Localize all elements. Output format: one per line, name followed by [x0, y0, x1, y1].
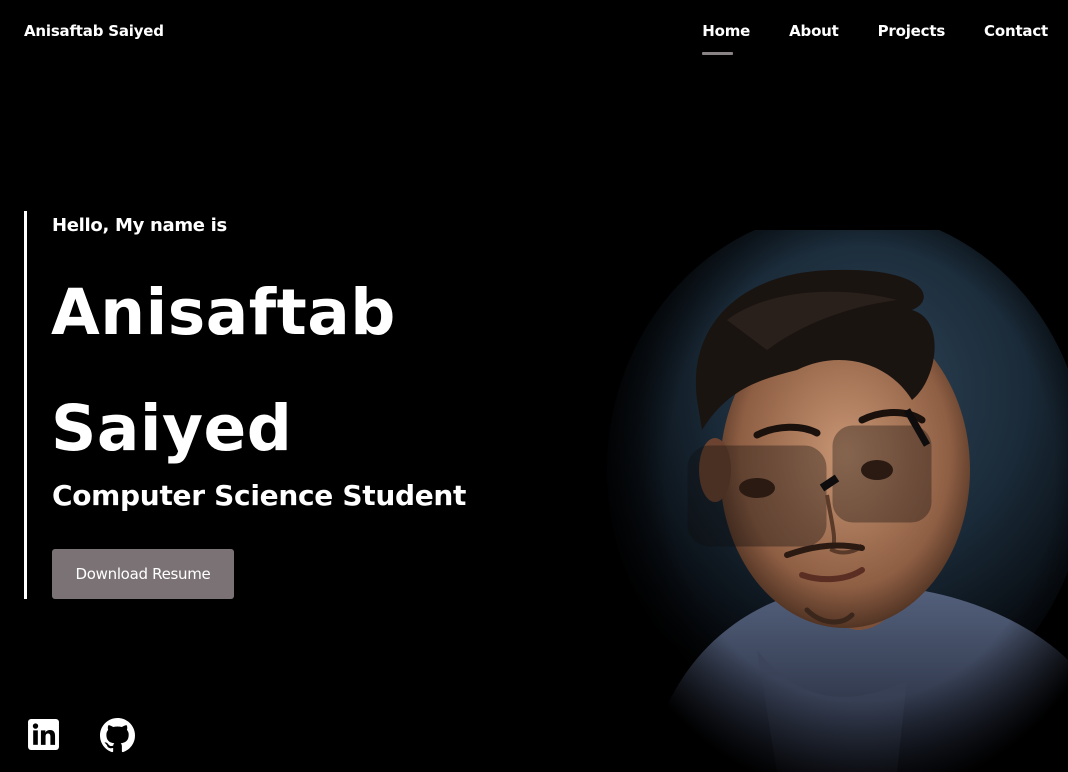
linkedin-link[interactable]	[27, 718, 60, 751]
hero-last-name: Saiyed	[51, 392, 293, 465]
download-resume-button[interactable]: Download Resume	[52, 549, 234, 599]
github-link[interactable]	[100, 718, 135, 753]
hero-name: Anisaftab Saiyed	[51, 255, 396, 487]
nav-link-projects[interactable]: Projects	[878, 22, 946, 40]
hero-intro: Hello, My name is Anisaftab Saiyed Compu…	[24, 211, 567, 599]
portfolio-page: Anisaftab Saiyed Home About Projects Con…	[0, 0, 1068, 772]
linkedin-icon	[28, 719, 59, 750]
profile-photo	[607, 230, 1068, 772]
hero-role: Computer Science Student	[52, 479, 467, 512]
nav-link-about[interactable]: About	[789, 22, 839, 40]
nav-links: Home About Projects Contact	[702, 22, 1048, 55]
nav-link-contact[interactable]: Contact	[984, 22, 1048, 40]
nav-link-home[interactable]: Home	[702, 22, 750, 55]
social-links	[27, 718, 135, 753]
navbar: Anisaftab Saiyed Home About Projects Con…	[0, 0, 1068, 64]
hero-greeting: Hello, My name is	[52, 215, 227, 236]
hero-first-name: Anisaftab	[51, 276, 396, 349]
github-icon	[100, 718, 135, 753]
brand-link[interactable]: Anisaftab Saiyed	[24, 22, 164, 40]
